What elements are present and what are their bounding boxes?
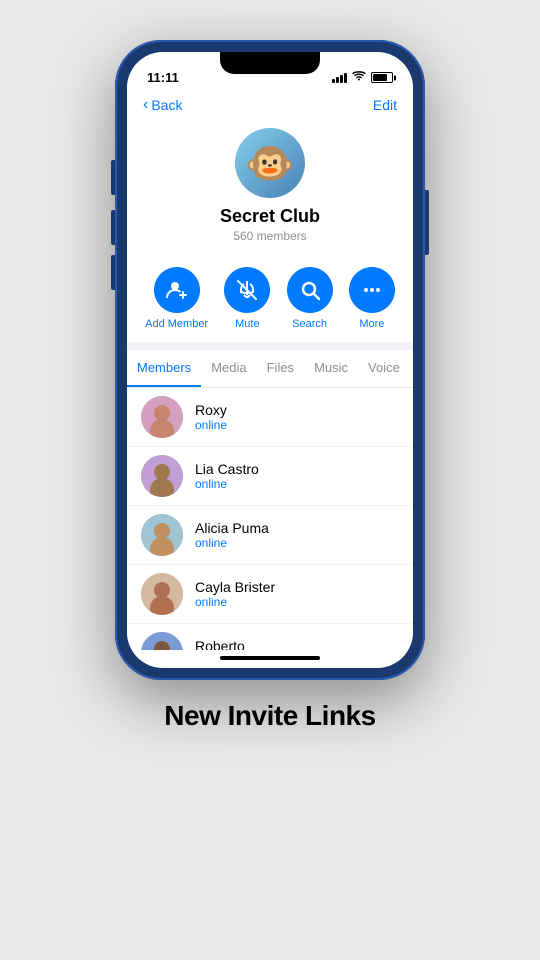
wifi-icon (352, 71, 366, 84)
search-button[interactable]: Search (287, 267, 333, 330)
member-row[interactable]: Cayla Brister online (127, 565, 413, 624)
avatar (141, 396, 183, 438)
tab-links[interactable]: Lin... (410, 350, 413, 387)
group-name: Secret Club (220, 206, 320, 227)
back-button[interactable]: ‹ Back (143, 96, 182, 114)
member-status: online (195, 595, 275, 609)
headline: New Invite Links (164, 700, 375, 732)
section-divider (127, 342, 413, 350)
member-info: Roberto online (195, 638, 245, 650)
search-icon (287, 267, 333, 313)
group-avatar: 🐵 (235, 128, 305, 198)
mute-icon (224, 267, 270, 313)
tabs-bar: Members Media Files Music Voice Lin... (127, 350, 413, 388)
tab-members[interactable]: Members (127, 350, 201, 387)
phone-screen: 11:11 (127, 52, 413, 668)
member-status: online (195, 418, 227, 432)
signal-icon (332, 73, 347, 83)
add-member-icon (154, 267, 200, 313)
avatar (141, 573, 183, 615)
action-buttons: Add Member Mute (127, 255, 413, 342)
home-bar (220, 656, 320, 660)
member-name: Roberto (195, 638, 245, 650)
edit-button[interactable]: Edit (373, 97, 397, 113)
phone-shell: 11:11 (115, 40, 425, 680)
member-status: online (195, 477, 259, 491)
add-member-label: Add Member (145, 318, 208, 330)
member-row[interactable]: Roberto online (127, 624, 413, 650)
home-indicator (127, 650, 413, 668)
mute-button[interactable]: Mute (224, 267, 270, 330)
tab-media[interactable]: Media (201, 350, 256, 387)
back-chevron-icon: ‹ (143, 96, 148, 114)
member-info: Alicia Puma online (195, 520, 269, 550)
member-info: Lia Castro online (195, 461, 259, 491)
member-info: Cayla Brister online (195, 579, 275, 609)
member-name: Lia Castro (195, 461, 259, 477)
more-label: More (359, 318, 384, 330)
status-time: 11:11 (147, 70, 179, 85)
member-status: online (195, 536, 269, 550)
tab-voice[interactable]: Voice (358, 350, 410, 387)
nav-bar: ‹ Back Edit (127, 90, 413, 120)
group-member-count: 560 members (233, 229, 306, 243)
back-label: Back (151, 97, 182, 113)
status-icons (332, 71, 393, 84)
notch (220, 52, 320, 74)
search-label: Search (292, 318, 327, 330)
more-button[interactable]: More (349, 267, 395, 330)
member-name: Alicia Puma (195, 520, 269, 536)
member-row[interactable]: Lia Castro online (127, 447, 413, 506)
more-icon (349, 267, 395, 313)
group-info: 🐵 Secret Club 560 members (127, 120, 413, 255)
battery-icon (371, 72, 393, 83)
member-info: Roxy online (195, 402, 227, 432)
group-avatar-emoji: 🐵 (245, 140, 295, 187)
member-name: Cayla Brister (195, 579, 275, 595)
mute-label: Mute (235, 318, 259, 330)
tab-music[interactable]: Music (304, 350, 358, 387)
tab-files[interactable]: Files (257, 350, 304, 387)
page-wrapper: 11:11 (0, 0, 540, 960)
member-name: Roxy (195, 402, 227, 418)
member-row[interactable]: Alicia Puma online (127, 506, 413, 565)
member-row[interactable]: Roxy online (127, 388, 413, 447)
avatar (141, 632, 183, 650)
avatar (141, 455, 183, 497)
avatar (141, 514, 183, 556)
add-member-button[interactable]: Add Member (145, 267, 208, 330)
members-list: Roxy online Lia Castro online (127, 388, 413, 650)
